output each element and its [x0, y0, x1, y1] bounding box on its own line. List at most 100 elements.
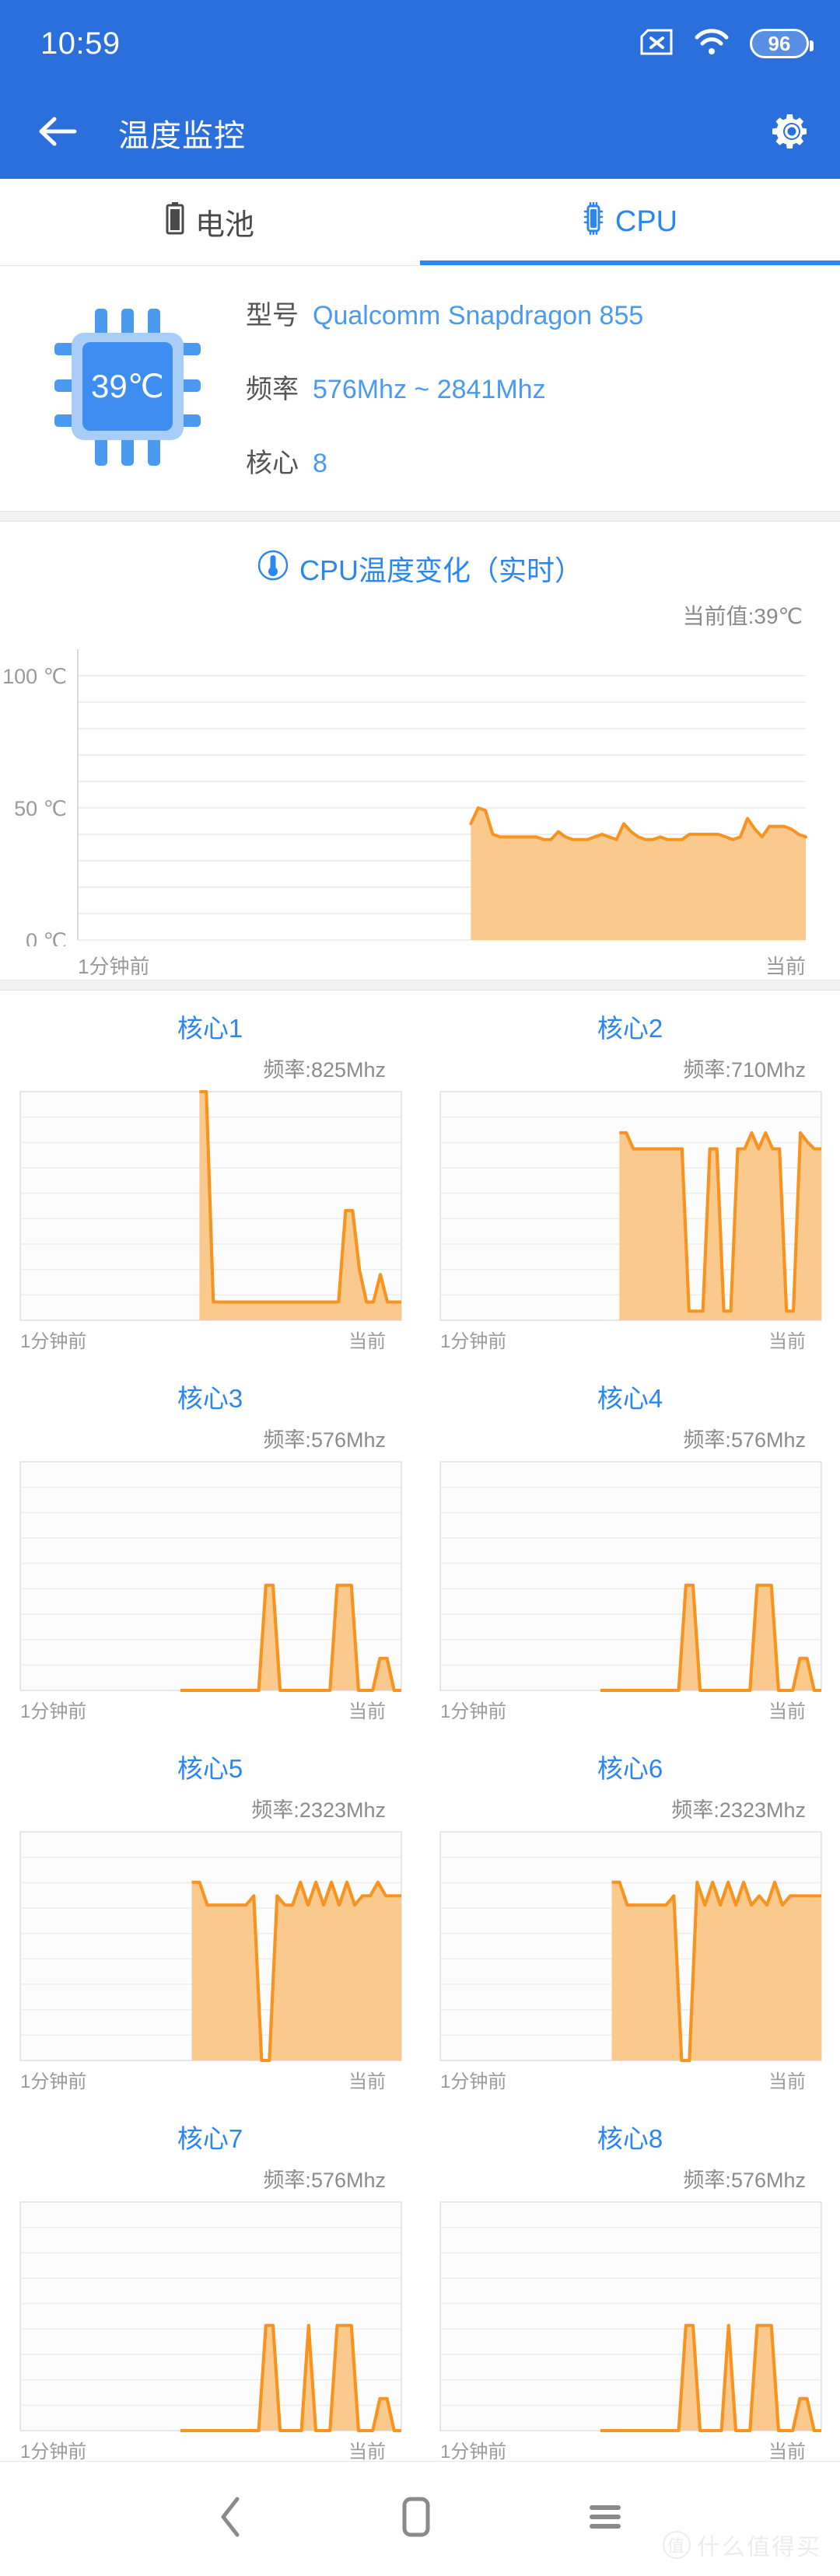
core-name-label: 核心8: [597, 2124, 663, 2153]
tab-battery[interactable]: 电池: [0, 179, 420, 265]
core-x-end: 当前: [348, 2441, 386, 2462]
core-frequency-label: 频率:576Mhz: [263, 2169, 386, 2192]
cpu-model-row: 型号 Qualcomm Snapdragon 855: [246, 294, 809, 332]
back-button[interactable]: [37, 114, 78, 152]
core-chart-xaxis: 1分钟前 当前: [437, 2063, 823, 2093]
core-chart-cell: 核心7 频率:576Mhz 1分钟前 当前: [0, 2101, 420, 2471]
gear-icon[interactable]: [772, 111, 812, 156]
core-name-label: 核心2: [597, 1014, 663, 1043]
core-name-label: 核心7: [177, 2124, 243, 2153]
watermark-text: 什么值得买: [697, 2535, 821, 2560]
core-chart-xaxis: 1分钟前 当前: [17, 1323, 403, 1353]
page-title: 温度监控: [118, 119, 246, 153]
section-divider-2: [0, 980, 840, 991]
cpu-cores-value: 8: [313, 449, 327, 478]
core-x-end: 当前: [768, 2441, 806, 2462]
battery-icon: 96: [750, 29, 814, 58]
cpu-cores-row: 核心 8: [246, 442, 809, 480]
core-chart-svg: [439, 1461, 822, 1692]
core-chart-xaxis: 1分钟前 当前: [17, 1693, 403, 1723]
core-x-end: 当前: [768, 1331, 806, 1352]
core-x-end: 当前: [768, 1701, 806, 1722]
tab-bar: 电池 CPU: [0, 179, 840, 266]
main-chart-title-row: CPU温度变化（实时）: [0, 548, 840, 589]
core-chart-svg: [19, 2201, 402, 2432]
sim-no-service-icon: [639, 29, 674, 59]
core-frequency-label: 频率:825Mhz: [263, 1058, 386, 1082]
cpu-info-card: 39℃ 型号 Qualcomm Snapdragon 855 频率 576Mhz…: [0, 266, 840, 511]
watermark-logo-icon: 值: [663, 2531, 691, 2559]
cpu-model-value: Qualcomm Snapdragon 855: [313, 301, 644, 330]
main-chart-xaxis: 1分钟前 当前: [0, 946, 840, 980]
core-x-start: 1分钟前: [20, 1701, 87, 1722]
core-chart-svg: [439, 1091, 822, 1321]
svg-text:39℃: 39℃: [91, 368, 164, 404]
menu-hamburger-icon[interactable]: [587, 2501, 623, 2536]
main-chart-svg: 0 ℃ 50 ℃ 100 ℃: [2, 649, 807, 946]
back-chevron-icon[interactable]: [217, 2496, 245, 2542]
core-x-end: 当前: [348, 1331, 386, 1352]
core-chart-svg: [19, 1090, 402, 1321]
cpu-frequency-row: 频率 576Mhz ~ 2841Mhz: [246, 368, 809, 406]
core-chart-svg: [439, 1831, 822, 2062]
core-name-label: 核心5: [177, 1754, 243, 1783]
core-name-label: 核心1: [177, 1014, 243, 1043]
app-screen: 10:59 96 温度监控 电池 CPU 39℃ 型号 Qualcomm Sna…: [0, 0, 840, 2576]
core-chart-cell: 核心3 频率:576Mhz 1分钟前 当前: [0, 1361, 420, 1731]
svg-text:0 ℃: 0 ℃: [26, 929, 67, 946]
core-chart-cell: 核心8 频率:576Mhz 1分钟前 当前: [420, 2101, 840, 2471]
core-x-start: 1分钟前: [20, 2441, 87, 2462]
core-chart-grid: 核心1 频率:825Mhz 1分钟前 当前 核心2 频率:710Mhz 1分钟前 当前 核心3 频…: [0, 991, 840, 2471]
tab-cpu-label: CPU: [614, 205, 678, 238]
core-x-start: 1分钟前: [440, 1701, 507, 1722]
wifi-icon: [694, 28, 730, 60]
core-chart-cell: 核心1 频率:825Mhz 1分钟前 当前: [0, 991, 420, 1361]
status-bar: 10:59 96: [0, 0, 840, 87]
main-chart-x-end: 当前: [765, 955, 806, 978]
core-chart-xaxis: 1分钟前 当前: [17, 2433, 403, 2463]
core-chart-cell: 核心4 频率:576Mhz 1分钟前 当前: [420, 1361, 840, 1731]
cpu-temperature-chart-block: CPU温度变化（实时） 当前值:39℃ 0 ℃ 50 ℃ 100 ℃ 1分钟前 当前: [0, 522, 840, 980]
core-x-start: 1分钟前: [20, 2071, 87, 2092]
status-clock: 10:59: [40, 26, 121, 61]
core-chart-cell: 核心5 频率:2323Mhz 1分钟前 当前: [0, 1731, 420, 2101]
svg-text:100 ℃: 100 ℃: [2, 665, 67, 688]
core-chart-cell: 核心2 频率:710Mhz 1分钟前 当前: [420, 991, 840, 1361]
main-chart-x-start: 1分钟前: [78, 955, 150, 978]
core-x-end: 当前: [768, 2071, 806, 2092]
core-chart-xaxis: 1分钟前 当前: [437, 1693, 823, 1723]
home-square-icon[interactable]: [398, 2496, 434, 2542]
cpu-frequency-value: 576Mhz ~ 2841Mhz: [313, 375, 546, 404]
core-chart-xaxis: 1分钟前 当前: [437, 1323, 823, 1353]
core-frequency-label: 频率:710Mhz: [683, 1058, 806, 1082]
status-icon-group: 96: [639, 28, 814, 60]
watermark: 值 什么值得买: [663, 2528, 821, 2562]
core-chart-xaxis: 1分钟前 当前: [17, 2063, 403, 2093]
core-name-label: 核心3: [177, 1384, 243, 1413]
app-bar: 温度监控: [0, 87, 840, 179]
cpu-temperature-chip-icon: 39℃: [47, 307, 210, 467]
core-x-start: 1分钟前: [440, 1331, 507, 1352]
thermometer-icon: [257, 550, 289, 588]
core-name-label: 核心4: [597, 1384, 663, 1413]
core-x-end: 当前: [348, 1701, 386, 1722]
core-x-end: 当前: [348, 2071, 386, 2092]
core-x-start: 1分钟前: [20, 1331, 87, 1352]
core-chart-xaxis: 1分钟前 当前: [437, 2433, 823, 2463]
cpu-info-fields: 型号 Qualcomm Snapdragon 855 频率 576Mhz ~ 2…: [246, 294, 809, 480]
tab-battery-label: 电池: [194, 209, 254, 242]
cpu-chip-icon: [583, 201, 604, 243]
core-frequency-label: 频率:576Mhz: [263, 1428, 386, 1452]
core-x-start: 1分钟前: [440, 2071, 507, 2092]
main-chart-title: CPU温度变化（实时）: [299, 554, 583, 586]
battery-icon: [166, 201, 184, 243]
core-x-start: 1分钟前: [440, 2441, 507, 2462]
core-frequency-label: 频率:2323Mhz: [251, 1798, 386, 1822]
core-frequency-label: 频率:576Mhz: [683, 1428, 806, 1452]
core-chart-svg: [19, 1461, 402, 1692]
tab-cpu[interactable]: CPU: [420, 179, 840, 265]
core-chart-svg: [19, 1831, 402, 2062]
core-frequency-label: 频率:2323Mhz: [671, 1798, 806, 1822]
core-name-label: 核心6: [597, 1754, 663, 1783]
battery-percent-label: 96: [768, 32, 791, 55]
